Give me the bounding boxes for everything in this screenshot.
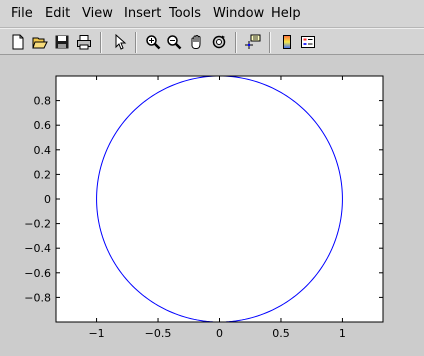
x-tick-label: 0.5 <box>272 327 290 340</box>
new-file-icon[interactable] <box>8 32 28 52</box>
zoom-in-icon[interactable] <box>143 32 163 52</box>
toolbar-separator <box>100 32 102 53</box>
toolbar-separator <box>135 32 137 53</box>
menu-tools[interactable]: Tools <box>169 6 201 22</box>
menu-help[interactable]: Help <box>271 6 301 22</box>
y-tick-label: 0.4 <box>34 144 52 157</box>
y-tick-label: −0.2 <box>24 218 51 231</box>
y-tick-label: 0.6 <box>34 119 52 132</box>
plot-canvas[interactable]: −1 −0.5 0 0.5 1 −0.8 −0.6 −0.4 −0.2 0 0.2 0.4 0.6 0.8 <box>0 56 424 356</box>
menu-view[interactable]: View <box>82 6 113 22</box>
menu-file[interactable]: File <box>11 6 33 22</box>
toolbar-separator <box>269 32 271 53</box>
y-tick-label: −0.8 <box>24 291 51 304</box>
x-tick-label: −0.5 <box>145 327 172 340</box>
menu-bar: File Edit View Insert Tools Window Help <box>0 0 424 28</box>
menu-edit[interactable]: Edit <box>45 6 70 22</box>
menu-window[interactable]: Window <box>213 6 264 22</box>
toolbar-separator <box>235 32 237 53</box>
pan-hand-icon[interactable] <box>187 32 207 52</box>
data-cursor-icon[interactable] <box>243 32 263 52</box>
print-icon[interactable] <box>74 32 94 52</box>
rotate-3d-icon[interactable] <box>209 32 229 52</box>
pointer-arrow-icon[interactable] <box>110 32 130 52</box>
open-folder-icon[interactable] <box>30 32 50 52</box>
axes-background <box>56 76 383 322</box>
y-tick-label: −0.6 <box>24 267 51 280</box>
toolbar <box>0 28 424 55</box>
colorbar-icon[interactable] <box>277 32 297 52</box>
y-tick-label: 0.8 <box>34 95 52 108</box>
x-tick-label: 0 <box>216 327 223 340</box>
figure-area: −1 −0.5 0 0.5 1 −0.8 −0.6 −0.4 −0.2 0 0.2 0.4 0.6 0.8 <box>0 56 424 356</box>
menu-insert[interactable]: Insert <box>124 6 161 22</box>
x-tick-label: −1 <box>88 327 104 340</box>
zoom-out-icon[interactable] <box>164 32 184 52</box>
y-tick-label: −0.4 <box>24 242 51 255</box>
legend-icon[interactable] <box>298 32 318 52</box>
x-tick-label: 1 <box>339 327 346 340</box>
y-tick-label: 0 <box>44 193 51 206</box>
save-icon[interactable] <box>52 32 72 52</box>
y-tick-label: 0.2 <box>34 168 52 181</box>
